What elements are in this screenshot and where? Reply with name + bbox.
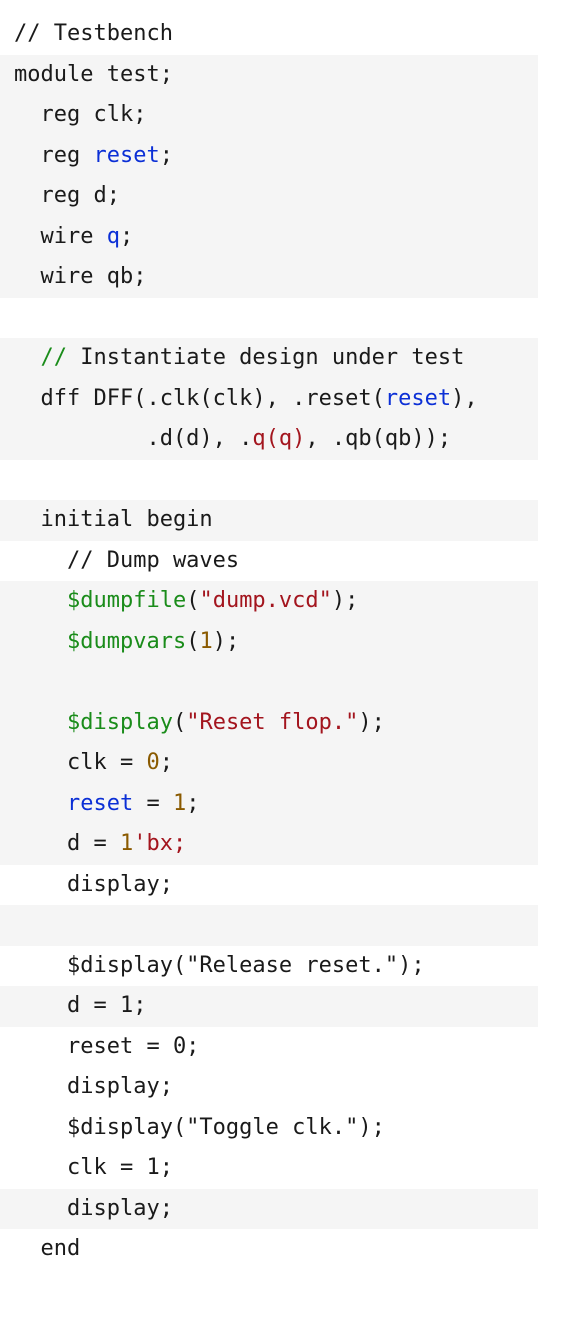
code-line: d = 1'bx; bbox=[0, 824, 538, 865]
code-line: $display("Reset flop."); bbox=[0, 702, 538, 743]
code-token: d = bbox=[14, 831, 120, 856]
code-token: .d(d), . bbox=[14, 426, 253, 451]
code-token: ( bbox=[186, 588, 200, 613]
code-line: wire qb; bbox=[0, 257, 538, 298]
code-line: dff DFF(.clk(clk), .reset(reset), bbox=[0, 378, 538, 419]
code-line: $display("Toggle clk."); bbox=[0, 1108, 538, 1149]
code-token: dff DFF(.clk(clk), .reset( bbox=[14, 385, 385, 411]
code-line: // Instantiate design under test bbox=[0, 338, 538, 379]
code-token: ); bbox=[358, 709, 385, 735]
code-token: ; bbox=[119, 223, 134, 249]
code-line: $dumpfile("dump.vcd"); bbox=[0, 581, 538, 622]
code-token: // Dump waves bbox=[14, 547, 240, 573]
code-token: ); bbox=[331, 588, 359, 613]
code-token: reg clk; bbox=[14, 102, 147, 127]
code-line: reg reset; bbox=[0, 135, 538, 176]
code-line bbox=[0, 905, 538, 946]
code-line: reg clk; bbox=[0, 95, 538, 136]
code-token: = bbox=[133, 790, 173, 816]
code-line: reset = 1; bbox=[0, 783, 538, 824]
code-token: 0 bbox=[146, 750, 160, 775]
code-token: 1 bbox=[119, 831, 134, 856]
code-token: 1 bbox=[172, 790, 187, 816]
code-token: Instantiate design under test bbox=[67, 345, 465, 370]
code-line: d = 1; bbox=[0, 986, 538, 1027]
code-token: ( bbox=[186, 628, 200, 654]
code-token: $dumpfile bbox=[66, 588, 187, 613]
code-line: $display("Release reset."); bbox=[0, 946, 538, 987]
code-token: ; bbox=[186, 790, 200, 816]
code-editor: // Testbench module test; reg clk; reg re… bbox=[0, 14, 566, 1270]
code-line: module test; bbox=[0, 54, 538, 95]
code-token: ( bbox=[172, 709, 187, 735]
code-token: q bbox=[106, 223, 120, 249]
code-token: $display("Release reset."); bbox=[14, 952, 425, 978]
code-token: display; bbox=[14, 1074, 173, 1099]
code-line: // Testbench bbox=[0, 14, 538, 55]
code-token: reset = 0; bbox=[14, 1033, 200, 1059]
code-token: // Testbench bbox=[14, 21, 173, 46]
code-token: ), bbox=[451, 385, 478, 411]
code-token: // bbox=[40, 345, 68, 370]
code-token: clk = bbox=[14, 750, 147, 775]
code-token: clk = 1; bbox=[14, 1155, 173, 1180]
code-line: display; bbox=[0, 1188, 538, 1229]
code-token: $display("Toggle clk."); bbox=[14, 1114, 385, 1140]
code-token: module test; bbox=[14, 61, 173, 87]
code-token: q(q) bbox=[252, 426, 306, 451]
code-token: , .qb(qb)); bbox=[305, 426, 452, 451]
code-line: wire q; bbox=[0, 216, 538, 257]
code-token: display; bbox=[14, 1195, 173, 1221]
code-line bbox=[0, 662, 538, 703]
code-line: display; bbox=[0, 1067, 538, 1108]
code-line: end bbox=[0, 1229, 538, 1270]
code-token: 1 bbox=[199, 628, 213, 654]
code-token: reg bbox=[14, 142, 94, 168]
code-line: clk = 0; bbox=[0, 743, 538, 784]
code-token: display; bbox=[14, 871, 173, 897]
code-token: wire bbox=[14, 223, 107, 249]
code-token: "Reset flop." bbox=[186, 709, 359, 735]
code-token: $dumpvars bbox=[66, 628, 187, 654]
code-token: reset bbox=[384, 385, 452, 411]
code-token: "dump.vcd" bbox=[199, 588, 332, 613]
code-token: reset bbox=[93, 142, 160, 168]
code-token: ); bbox=[212, 628, 240, 654]
code-token: ; bbox=[159, 750, 173, 775]
code-line: reset = 0; bbox=[0, 1027, 538, 1068]
code-token: reg d; bbox=[14, 183, 120, 208]
code-line: .d(d), .q(q), .qb(qb)); bbox=[0, 419, 538, 460]
code-token: initial begin bbox=[14, 507, 213, 532]
code-line: initial begin bbox=[0, 500, 538, 541]
code-token: wire qb; bbox=[14, 264, 147, 289]
code-token: 'bx; bbox=[133, 831, 187, 856]
code-line: // Dump waves bbox=[0, 541, 538, 582]
code-token: $display bbox=[66, 709, 173, 735]
code-token: end bbox=[14, 1236, 81, 1261]
code-line: reg d; bbox=[0, 176, 538, 217]
code-token: ; bbox=[159, 142, 173, 168]
code-token: reset bbox=[66, 790, 134, 816]
code-line: display; bbox=[0, 865, 538, 906]
code-token: d = 1; bbox=[14, 993, 147, 1018]
code-line: clk = 1; bbox=[0, 1148, 538, 1189]
code-line: $dumpvars(1); bbox=[0, 621, 538, 662]
